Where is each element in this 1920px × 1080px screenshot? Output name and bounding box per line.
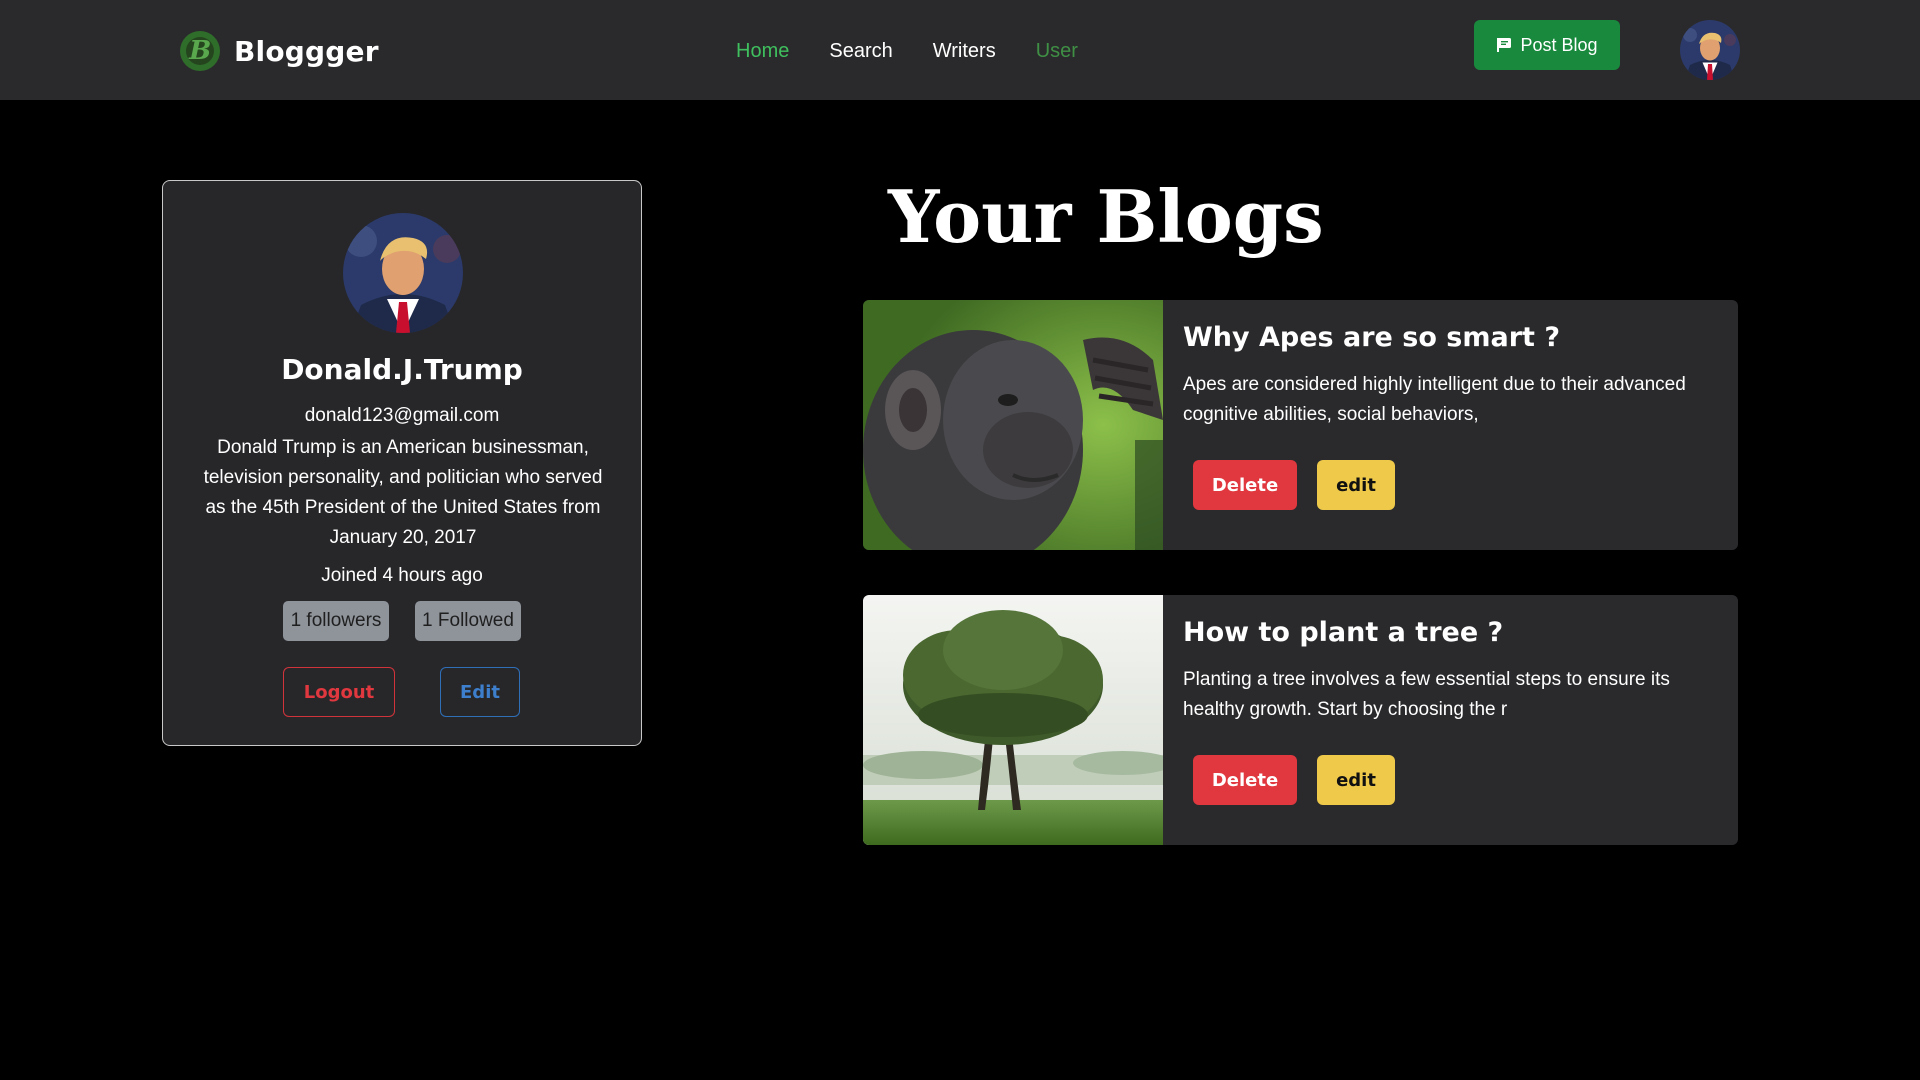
- nav-link-home[interactable]: Home: [736, 40, 789, 63]
- blog-excerpt: Apes are considered highly intelligent d…: [1183, 374, 1686, 425]
- delete-blog-button[interactable]: Delete: [1193, 460, 1297, 510]
- delete-blog-button[interactable]: Delete: [1193, 755, 1297, 805]
- edit-blog-button[interactable]: edit: [1317, 460, 1395, 510]
- blog-image: [863, 300, 1163, 550]
- nav-link-search[interactable]: Search: [829, 40, 892, 63]
- blog-title[interactable]: Why Apes are so smart ?: [1183, 322, 1560, 353]
- top-navbar: B Bloggger Home Search Writers User Post…: [0, 0, 1920, 100]
- blog-title[interactable]: How to plant a tree ?: [1183, 617, 1503, 648]
- post-blog-button[interactable]: Post Blog: [1474, 20, 1620, 70]
- nav-link-user[interactable]: User: [1036, 40, 1078, 63]
- profile-portrait-icon: [343, 213, 463, 333]
- tree-image-icon: [863, 595, 1163, 845]
- post-blog-label: Post Blog: [1520, 34, 1598, 55]
- blog-card[interactable]: How to plant a tree ? Planting a tree in…: [863, 595, 1738, 845]
- profile-avatar: [343, 213, 463, 333]
- nav-link-writers[interactable]: Writers: [933, 40, 996, 63]
- profile-name: Donald.J.Trump: [281, 353, 523, 386]
- edit-blog-button[interactable]: edit: [1317, 755, 1395, 805]
- brand-logo-icon: B: [180, 31, 220, 71]
- followed-count-badge[interactable]: 1 Followed: [415, 601, 521, 641]
- edit-profile-button[interactable]: Edit: [440, 667, 520, 717]
- logout-button[interactable]: Logout: [283, 667, 395, 717]
- profile-card: Donald.J.Trump donald123@gmail.com Donal…: [162, 180, 642, 746]
- blog-excerpt: Planting a tree involves a few essential…: [1183, 669, 1670, 720]
- followers-count-badge[interactable]: 1 followers: [283, 601, 389, 641]
- page-title: Your Blogs: [888, 174, 1324, 259]
- brand-name: Bloggger: [234, 34, 379, 68]
- user-avatar[interactable]: [1680, 20, 1740, 80]
- main-nav: Home Search Writers User: [736, 36, 1078, 66]
- avatar-portrait-icon: [1680, 20, 1740, 80]
- blog-image: [863, 595, 1163, 845]
- brand[interactable]: B Bloggger: [180, 30, 379, 72]
- profile-joined: Joined 4 hours ago: [321, 565, 483, 586]
- flag-icon: [1497, 38, 1512, 52]
- ape-image-icon: [863, 300, 1163, 550]
- profile-email: donald123@gmail.com: [304, 405, 500, 426]
- profile-bio: Donald Trump is an American businessman,…: [203, 437, 603, 548]
- blog-card[interactable]: Why Apes are so smart ? Apes are conside…: [863, 300, 1738, 550]
